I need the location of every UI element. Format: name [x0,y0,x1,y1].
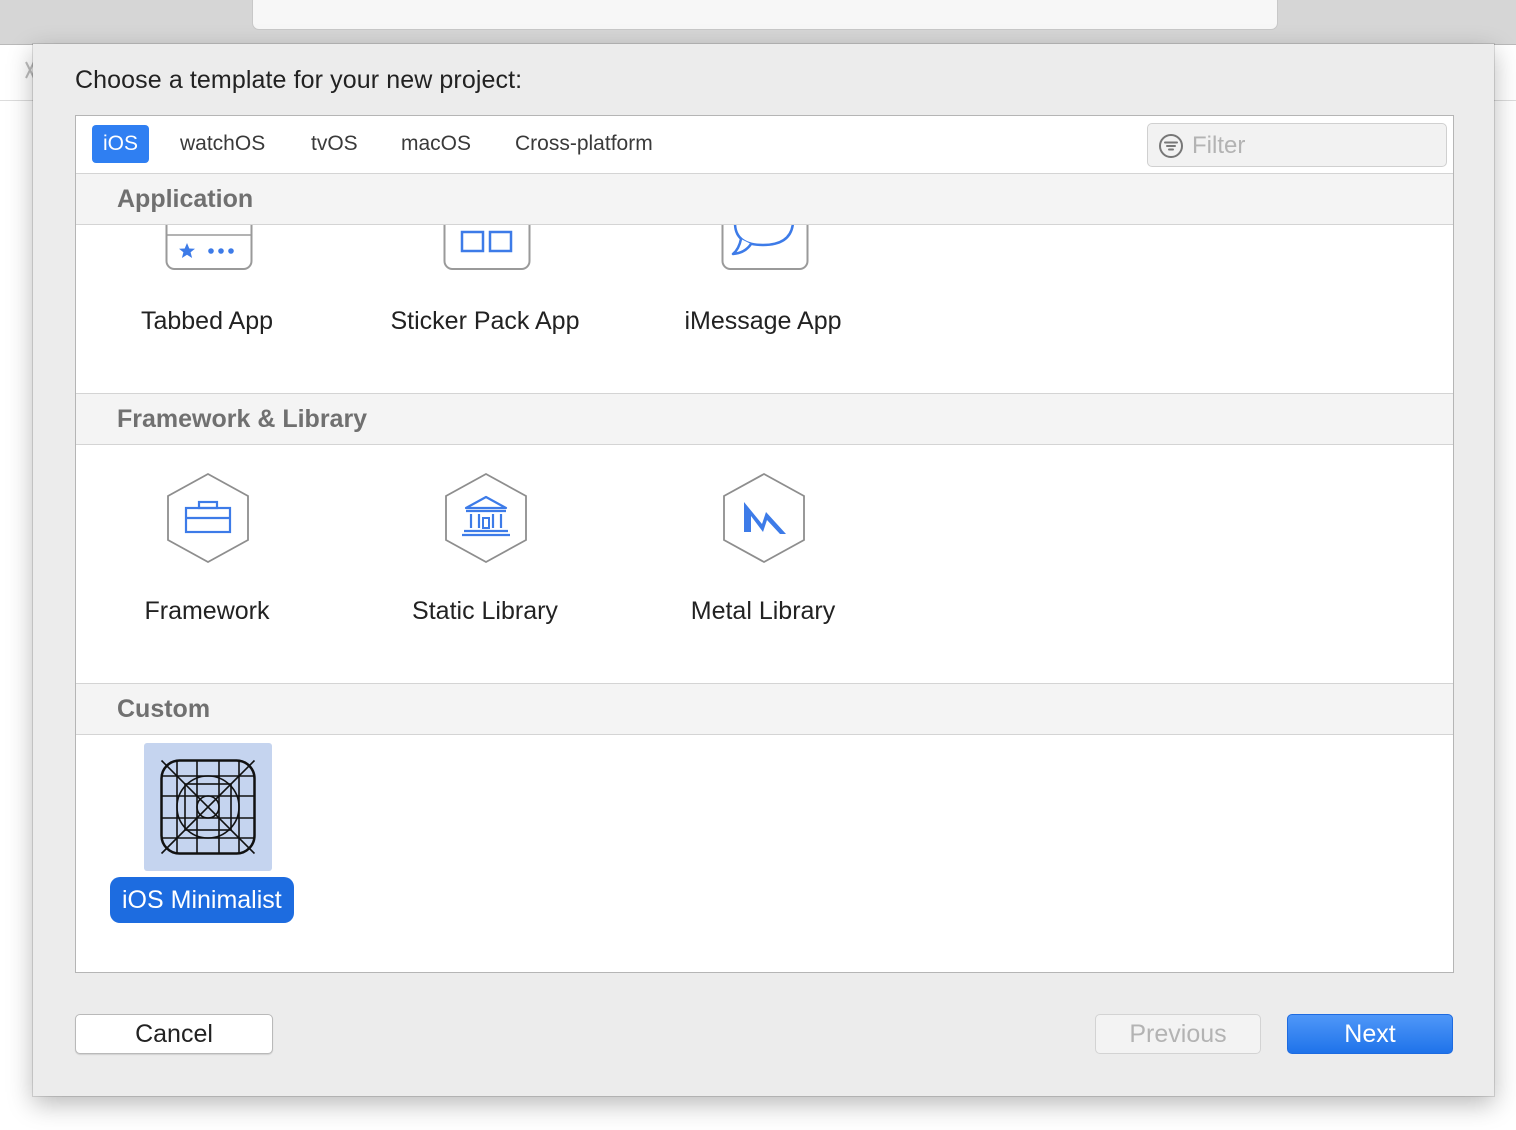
tab-macos[interactable]: macOS [390,125,482,163]
template-label: Sticker Pack App [390,307,580,335]
template-label: iMessage App [684,307,842,335]
filter-field[interactable]: Filter [1147,123,1447,167]
window-toolbar [0,0,1516,45]
imessage-icon [721,225,809,270]
tab-cross-platform[interactable]: Cross-platform [504,125,664,163]
template-tabbed-app[interactable]: Tabbed App [77,225,337,392]
metal-icon [723,472,805,564]
template-chooser: iOS watchOS tvOS macOS Cross-platform Fi… [75,115,1454,973]
template-framework[interactable]: Framework [77,445,337,682]
dialog-title: Choose a template for your new project: [75,66,523,94]
section-application: Tabbed App Sticker Pack App iMessage App [76,225,1453,392]
library-building-icon [445,472,527,564]
tab-ios[interactable]: iOS [92,125,150,163]
filter-icon [1159,134,1183,158]
toolbox-icon [167,472,249,564]
section-title: Application [117,185,254,213]
template-static-library[interactable]: Static Library [355,445,615,682]
template-metal-library[interactable]: Metal Library [633,445,893,682]
section-title: Custom [117,695,211,723]
section-title: Framework & Library [117,405,368,433]
window-title-field [252,0,1278,30]
template-sticker-pack-app[interactable]: Sticker Pack App [355,225,615,392]
section-framework-library: Framework Static Library Metal Library [76,445,1453,682]
divider [0,100,34,101]
section-custom: iOS Minimalist [76,735,1453,972]
template-label: Framework [144,597,270,625]
template-label: Metal Library [690,597,836,625]
next-button[interactable]: Next [1287,1014,1453,1054]
tab-tvos[interactable]: tvOS [300,125,369,163]
template-label: Static Library [412,597,558,625]
cancel-button[interactable]: Cancel [75,1014,273,1054]
template-imessage-app[interactable]: iMessage App [633,225,893,392]
app-icon-grid [160,759,256,855]
template-label: Tabbed App [140,307,274,335]
new-project-sheet: Choose a template for your new project: … [33,44,1494,1096]
section-header-custom: Custom [76,683,1453,735]
tabbed-app-icon [165,225,253,270]
filter-placeholder: Filter [1192,132,1246,159]
tab-watchos[interactable]: watchOS [169,125,276,163]
section-header-application: Application [76,173,1453,225]
template-label-selected: iOS Minimalist [110,877,294,923]
platform-tab-bar: iOS watchOS tvOS macOS Cross-platform Fi… [76,116,1453,174]
divider [1494,100,1516,101]
section-header-framework-library: Framework & Library [76,393,1453,445]
previous-button[interactable]: Previous [1095,1014,1261,1054]
template-ios-minimalist[interactable]: iOS Minimalist [76,735,336,972]
sticker-pack-icon [443,225,531,270]
